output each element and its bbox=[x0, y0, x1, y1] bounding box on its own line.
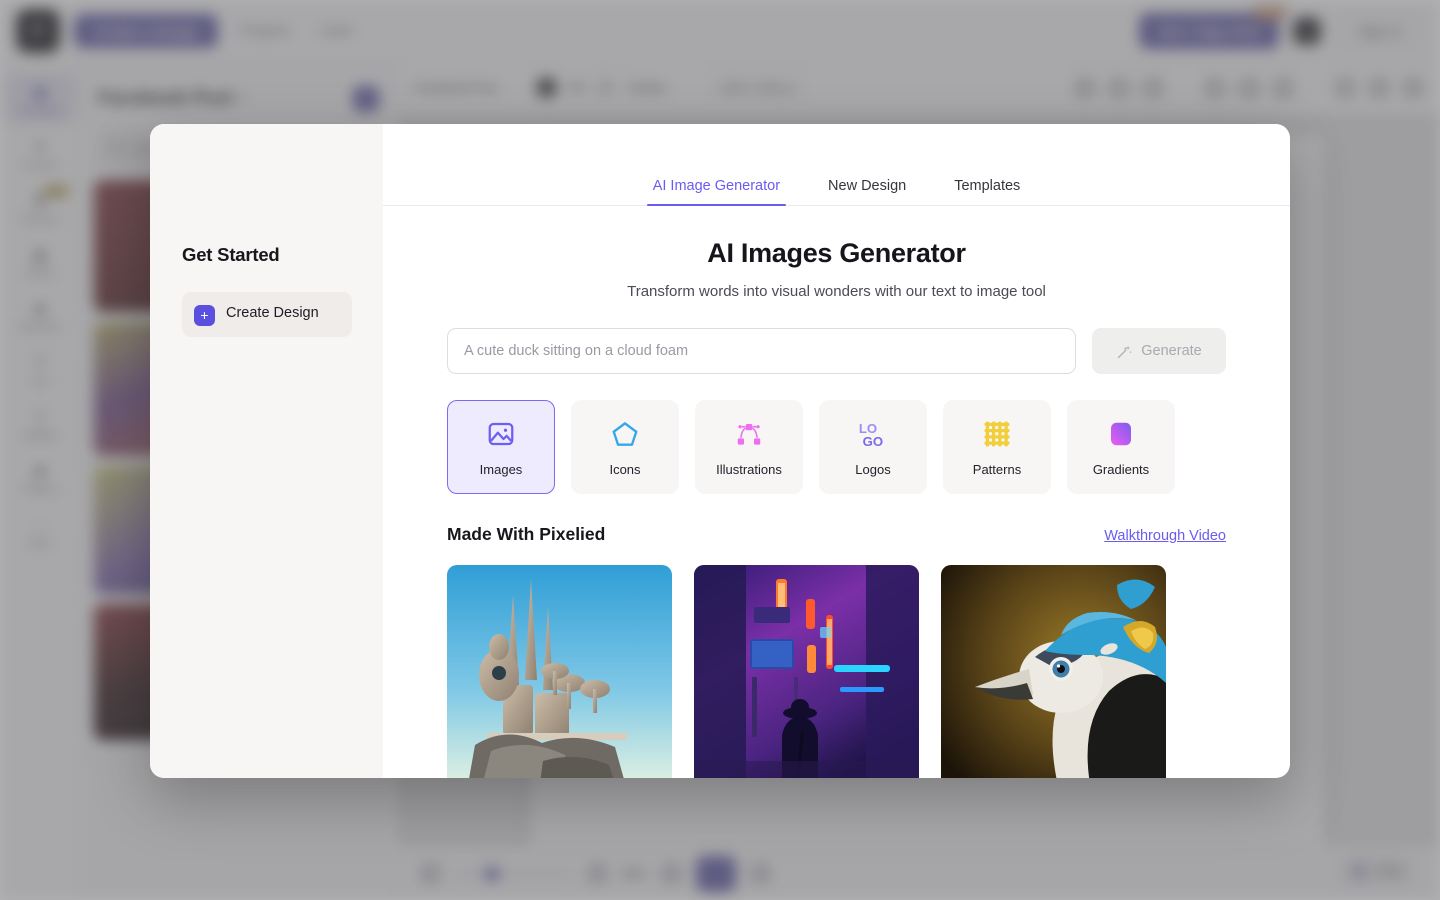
modal-body: AI Images Generator Transform words into… bbox=[383, 206, 1290, 778]
bird-portrait-artwork bbox=[941, 565, 1166, 778]
category-label: Icons bbox=[609, 461, 641, 477]
category-logos[interactable]: LO GO Logos bbox=[819, 400, 927, 494]
magic-wand-icon bbox=[1118, 345, 1133, 358]
cyberpunk-street-image[interactable] bbox=[694, 565, 919, 778]
picture-icon bbox=[486, 418, 516, 450]
get-started-heading: Get Started bbox=[182, 244, 280, 265]
modal-sidebar: Get Started + Create Design bbox=[150, 124, 383, 778]
category-gradients[interactable]: Gradients bbox=[1067, 400, 1175, 494]
category-label: Illustrations bbox=[716, 461, 782, 477]
tab-new-design[interactable]: New Design bbox=[804, 178, 930, 205]
generate-label: Generate bbox=[1141, 343, 1202, 359]
svg-text:GO: GO bbox=[863, 434, 883, 449]
page-title: AI Images Generator bbox=[707, 238, 966, 268]
gallery-row bbox=[447, 565, 1226, 778]
category-patterns[interactable]: Patterns bbox=[943, 400, 1051, 494]
made-with-heading: Made With Pixelied bbox=[447, 524, 606, 544]
modal-main: AI Image Generator New Design Templates AI… bbox=[383, 124, 1290, 778]
prompt-input[interactable] bbox=[447, 328, 1076, 374]
prompt-row: Generate bbox=[447, 328, 1226, 374]
category-row: Images Icons Illustrations LO GO Logos Pattern… bbox=[447, 400, 1226, 494]
ai-image-generator-modal: Get Started + Create Design AI Image Gen… bbox=[150, 124, 1290, 778]
pentagon-icon bbox=[610, 418, 640, 450]
fantasy-castle-image[interactable] bbox=[447, 565, 672, 778]
logo-text-icon: LO GO bbox=[857, 418, 889, 450]
category-images[interactable]: Images bbox=[447, 400, 555, 494]
tab-templates[interactable]: Templates bbox=[930, 178, 1044, 205]
plus-square-icon: + bbox=[194, 305, 215, 326]
sidebar-item-create-design[interactable]: + Create Design bbox=[182, 292, 352, 337]
category-illustrations[interactable]: Illustrations bbox=[695, 400, 803, 494]
weave-grid-icon bbox=[982, 418, 1012, 450]
fantasy-castle-artwork bbox=[447, 565, 672, 778]
sidebar-item-label: Create Design bbox=[226, 305, 319, 321]
category-label: Logos bbox=[855, 461, 891, 477]
category-label: Gradients bbox=[1092, 461, 1150, 477]
category-icons[interactable]: Icons bbox=[571, 400, 679, 494]
generate-button[interactable]: Generate bbox=[1092, 328, 1226, 374]
cyberpunk-street-artwork bbox=[694, 565, 919, 778]
node-graph-icon bbox=[734, 418, 764, 450]
walkthrough-video-link[interactable]: Walkthrough Video bbox=[1104, 528, 1226, 544]
made-with-row: Made With Pixelied Walkthrough Video bbox=[447, 524, 1226, 545]
category-label: Images bbox=[479, 461, 523, 477]
category-label: Patterns bbox=[972, 461, 1022, 477]
gradient-swatch-icon bbox=[1106, 418, 1136, 450]
bird-portrait-image[interactable] bbox=[941, 565, 1166, 778]
page-subtitle: Transform words into visual wonders with… bbox=[627, 283, 1046, 300]
tab-ai-image-generator[interactable]: AI Image Generator bbox=[629, 178, 804, 206]
modal-tab-bar: AI Image Generator New Design Templates bbox=[383, 124, 1290, 206]
modal-body-inner: AI Images Generator Transform words into… bbox=[383, 206, 1290, 778]
